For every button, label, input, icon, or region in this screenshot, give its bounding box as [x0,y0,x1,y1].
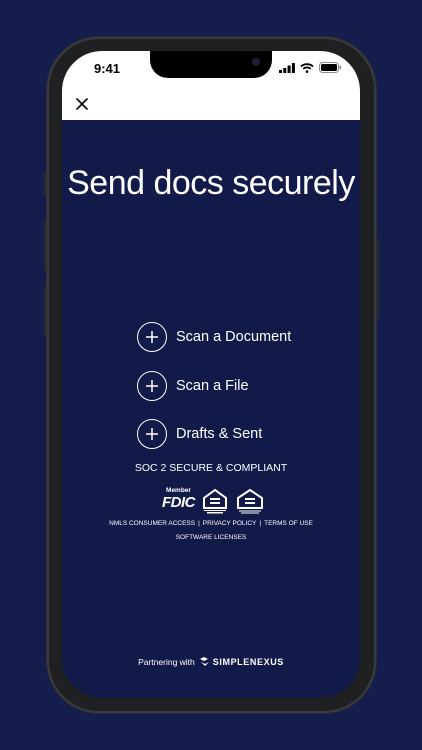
fdic-word-text: FDIC [162,493,196,511]
status-time: 9:41 [94,61,121,76]
volume-up-button [44,221,47,271]
page-title: Send docs securely [67,164,355,202]
close-button[interactable] [74,96,90,112]
scan-document-label: Scan a Document [176,329,292,345]
battery-icon [319,62,342,73]
scan-document-button[interactable]: Scan a Document [137,320,291,354]
simplenexus-logo-icon [199,657,209,666]
equal-housing-lender-icon [203,488,227,514]
top-bar: 9:41 [62,51,360,120]
volume-down-button [44,286,47,336]
software-licenses-link[interactable]: SOFTWARE LICENSES [62,534,360,541]
partner-banner: Partnering with SIMPLENEXUS [62,656,360,667]
close-icon [76,98,88,110]
partner-prefix: Partnering with [138,656,195,667]
drafts-sent-button[interactable]: Drafts & Sent [137,417,262,451]
regulatory-badges: Member FDIC [162,487,265,514]
signal-icon [279,62,295,73]
equal-housing-opportunity-icon [237,488,263,514]
link-separator: | [259,520,262,527]
partner-brand: SIMPLENEXUS [212,656,284,667]
app-screen: 9:41 Send docs securely Scan a Document … [62,51,360,698]
plus-icon [137,419,167,449]
camera-icon [252,58,260,66]
drafts-sent-label: Drafts & Sent [176,426,263,442]
status-icons [279,62,342,73]
wifi-icon [300,62,314,73]
scan-file-button[interactable]: Scan a File [137,369,249,403]
power-button [376,238,379,318]
privacy-policy-link[interactable]: PRIVACY POLICY [203,520,257,527]
link-separator: | [198,520,200,527]
plus-icon [137,371,167,401]
nmls-consumer-access-link[interactable]: NMLS CONSUMER ACCESS [109,520,195,527]
mute-switch [44,172,47,196]
terms-of-use-link[interactable]: TERMS OF USE [264,520,313,527]
scan-file-label: Scan a File [176,378,249,394]
compliance-text: SOC 2 SECURE & COMPLIANT [134,462,288,474]
fdic-logo: Member FDIC [162,487,196,511]
notch [150,51,272,78]
plus-icon [137,322,167,352]
footer-links: NMLS CONSUMER ACCESS | PRIVACY POLICY | TERM… [62,520,360,527]
